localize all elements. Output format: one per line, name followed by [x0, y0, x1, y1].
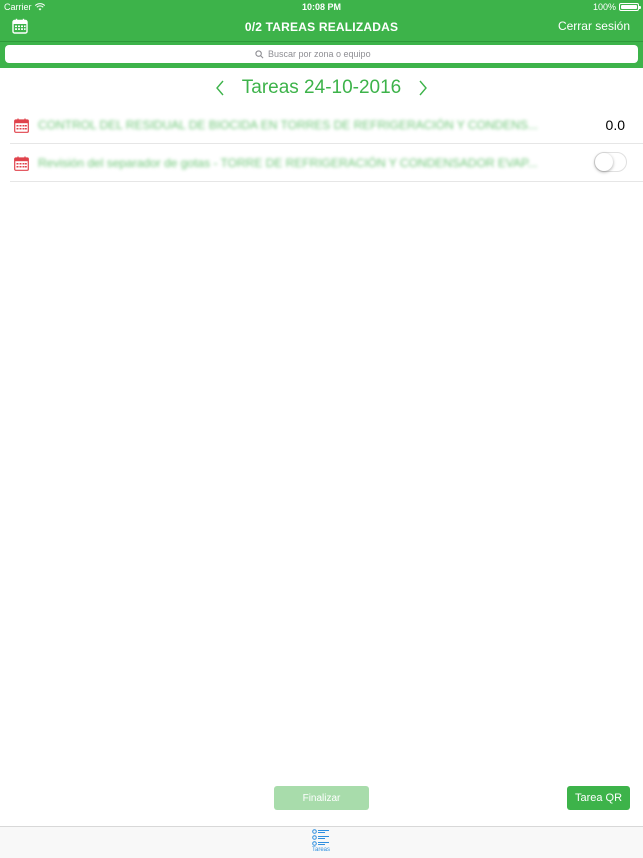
logout-button[interactable]: Cerrar sesión	[558, 19, 630, 33]
task-done-toggle[interactable]	[594, 152, 627, 172]
nav-bar: 0/2 TAREAS REALIZADAS Cerrar sesión	[0, 14, 643, 41]
tasks-progress-title: 0/2 TAREAS REALIZADAS	[244, 20, 399, 34]
tab-label: Tareas	[311, 847, 330, 853]
battery-percent: 100%	[592, 2, 616, 12]
battery-icon	[619, 3, 641, 11]
task-row[interactable]: CONTROL DEL RESIDUAL DE BIOCIDA EN TORRE…	[10, 106, 643, 144]
task-value[interactable]: 0.0	[606, 117, 625, 133]
tab-bar: Tareas	[0, 826, 643, 858]
previous-day-button[interactable]	[210, 78, 230, 98]
nav-divider	[0, 41, 643, 42]
calendar-icon	[14, 156, 29, 171]
task-list-icon	[312, 829, 329, 846]
task-label: CONTROL DEL RESIDUAL DE BIOCIDA EN TORRE…	[38, 118, 538, 132]
battery-group: 100%	[592, 2, 641, 12]
calendar-icon	[14, 118, 29, 133]
next-day-button[interactable]	[413, 78, 433, 98]
chevron-left-icon	[215, 80, 224, 96]
date-navigator: Tareas 24-10-2016	[0, 74, 643, 102]
search-bar[interactable]	[5, 45, 638, 63]
tab-tareas[interactable]: Tareas	[301, 829, 341, 857]
finalize-button[interactable]: Finalizar	[274, 786, 369, 810]
search-icon	[255, 49, 264, 58]
search-input[interactable]	[268, 49, 388, 59]
status-time: 10:08 PM	[301, 2, 342, 12]
toggle-knob	[595, 153, 613, 171]
status-bar: Carrier 10:08 PM 100%	[0, 0, 643, 14]
task-row[interactable]: Revisión del separador de gotas - TORRE …	[10, 144, 643, 182]
qr-task-button[interactable]: Tarea QR	[567, 786, 630, 810]
chevron-right-icon	[419, 80, 428, 96]
date-title: Tareas 24-10-2016	[241, 77, 402, 98]
task-list: CONTROL DEL RESIDUAL DE BIOCIDA EN TORRE…	[10, 106, 643, 182]
task-label: Revisión del separador de gotas - TORRE …	[38, 156, 538, 170]
